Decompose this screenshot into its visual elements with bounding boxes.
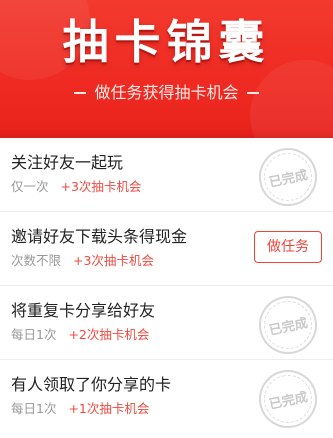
task-reward: +3次抽卡机会 (60, 179, 142, 194)
do-task-button[interactable]: 做任务 (254, 231, 322, 263)
task-page: 抽卡锦囊 做任务获得抽卡机会 关注好友一起玩 仅一次 +3次抽卡机会 已完成 邀… (0, 0, 333, 438)
task-reward: +1次抽卡机会 (68, 401, 150, 416)
dash-left (74, 92, 87, 94)
banner: 抽卡锦囊 做任务获得抽卡机会 (0, 0, 333, 138)
completed-stamp: 已完成 (253, 142, 323, 212)
task-title: 有人领取了你分享的卡 (11, 375, 172, 394)
task-title: 关注好友一起玩 (11, 153, 124, 172)
task-title: 将重复卡分享给好友 (11, 301, 156, 320)
task-frequency: 每日1次 (11, 327, 57, 342)
task-list: 关注好友一起玩 仅一次 +3次抽卡机会 已完成 邀请好友下载头条得现金 次数不限… (0, 138, 333, 434)
task-frequency: 每日1次 (11, 401, 57, 416)
banner-title: 抽卡锦囊 (62, 15, 271, 69)
completed-stamp-label: 已完成 (267, 389, 310, 413)
task-title: 邀请好友下载头条得现金 (11, 227, 188, 246)
dash-right (246, 92, 259, 94)
banner-shadow (0, 128, 333, 138)
banner-subtitle-text: 做任务获得抽卡机会 (94, 83, 239, 102)
completed-stamp: 已完成 (253, 290, 323, 360)
task-meta: 每日1次 +2次抽卡机会 (11, 326, 149, 344)
task-frequency: 仅一次 (11, 179, 49, 194)
completed-stamp-inner: 已完成 (259, 148, 317, 206)
completed-stamp: 已完成 (253, 364, 323, 434)
banner-subtitle: 做任务获得抽卡机会 (0, 82, 333, 104)
task-frequency: 次数不限 (11, 253, 62, 268)
completed-stamp-inner: 已完成 (259, 370, 317, 428)
task-reward: +2次抽卡机会 (68, 327, 150, 342)
task-reward: +3次抽卡机会 (73, 253, 154, 268)
completed-stamp-label: 已完成 (267, 167, 310, 191)
task-meta: 仅一次 +3次抽卡机会 (11, 178, 141, 196)
completed-stamp-inner: 已完成 (259, 296, 317, 354)
task-row: 邀请好友下载头条得现金 次数不限 +3次抽卡机会 做任务 (0, 212, 333, 286)
task-row: 关注好友一起玩 仅一次 +3次抽卡机会 已完成 (0, 138, 333, 212)
task-meta: 每日1次 +1次抽卡机会 (11, 400, 149, 418)
task-row: 将重复卡分享给好友 每日1次 +2次抽卡机会 已完成 (0, 286, 333, 360)
completed-stamp-label: 已完成 (267, 315, 310, 339)
task-meta: 次数不限 +3次抽卡机会 (11, 252, 154, 270)
task-row: 有人领取了你分享的卡 每日1次 +1次抽卡机会 已完成 (0, 360, 333, 434)
